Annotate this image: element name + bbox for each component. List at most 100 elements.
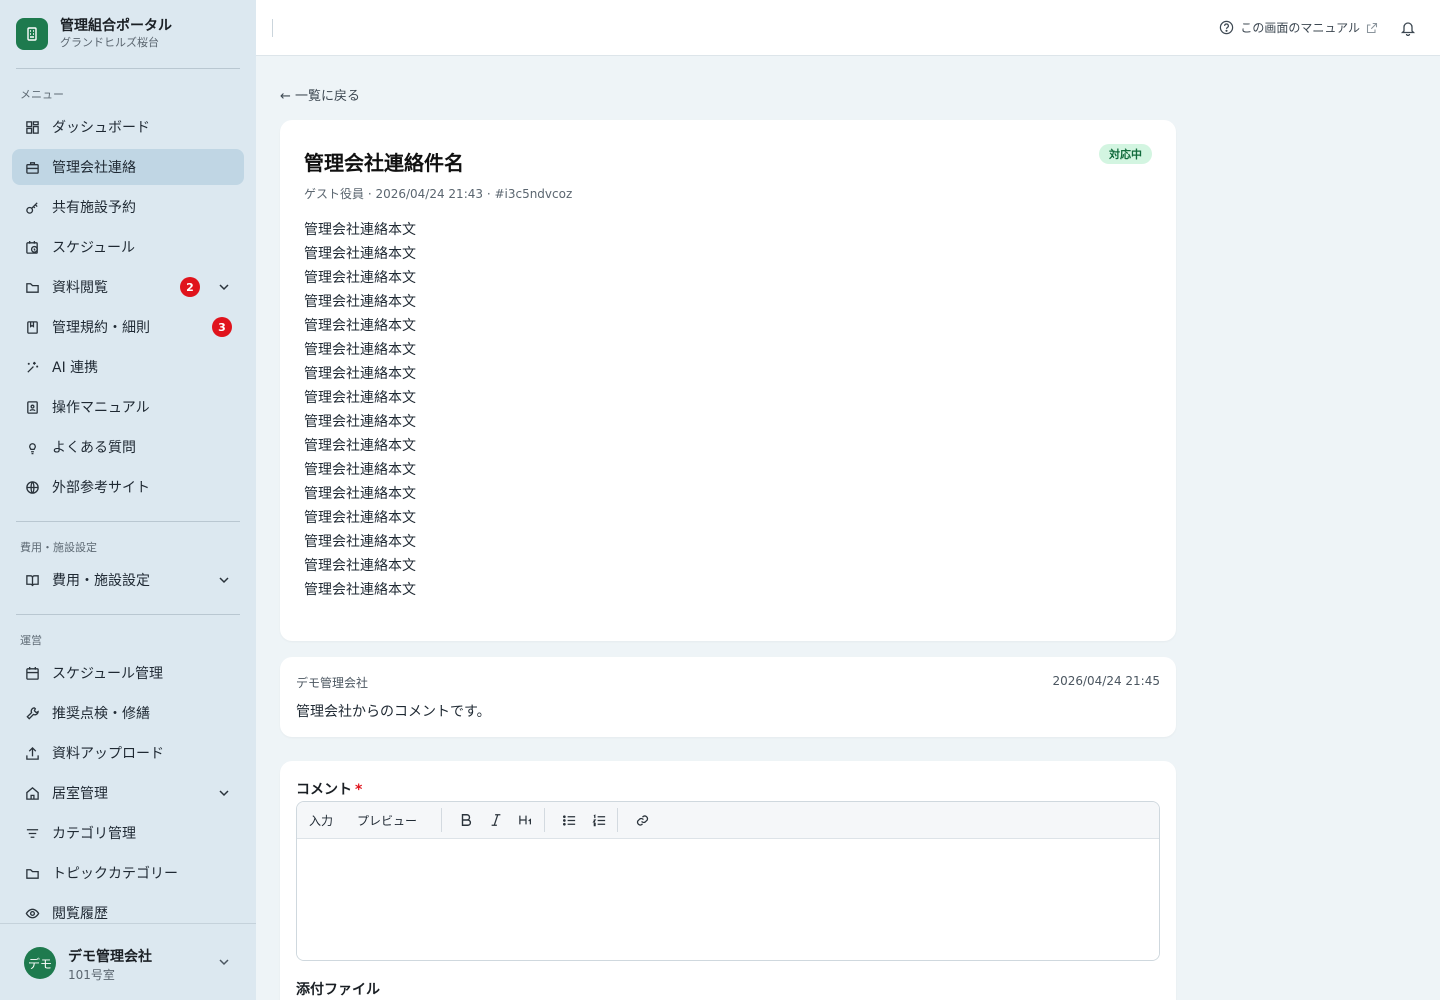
heading-button[interactable] bbox=[514, 808, 538, 832]
section-label-cost: 費用・施設設定 bbox=[20, 541, 97, 554]
sidebar-item-label: AI 連携 bbox=[52, 360, 99, 376]
globe-icon bbox=[24, 479, 40, 495]
bold-button[interactable] bbox=[454, 808, 478, 832]
sidebar-item-inspection[interactable]: 推奨点検・修繕 bbox=[12, 695, 244, 731]
attachment-label: 添付ファイル bbox=[296, 982, 380, 998]
message-body-line: 管理会社連絡本文 bbox=[304, 342, 416, 358]
manual-icon bbox=[24, 399, 40, 415]
user-menu[interactable]: デモ デモ管理会社 101号室 bbox=[0, 923, 256, 1000]
tab-preview[interactable]: プレビュー bbox=[357, 812, 417, 829]
sidebar-item-documents[interactable]: 資料閲覧 2 bbox=[12, 269, 244, 305]
sidebar-item-faq[interactable]: よくある質問 bbox=[12, 429, 244, 465]
comment-textarea[interactable] bbox=[297, 839, 1159, 960]
sidebar-item-label: 居室管理 bbox=[52, 786, 108, 802]
help-circle-icon bbox=[1220, 20, 1234, 35]
comment-time: 2026/04/24 21:45 bbox=[1052, 674, 1160, 688]
sidebar-item-rooms[interactable]: 居室管理 bbox=[12, 775, 244, 811]
comment-body: 管理会社からのコメントです。 bbox=[296, 704, 491, 720]
sidebar-item-label: 操作マニュアル bbox=[52, 400, 150, 416]
brand-subtitle: グランドヒルズ桜台 bbox=[60, 36, 159, 49]
sidebar-item-dashboard[interactable]: ダッシュボード bbox=[12, 109, 244, 145]
divider bbox=[16, 521, 240, 522]
message-body-line: 管理会社連絡本文 bbox=[304, 558, 416, 574]
comment-author: デモ管理会社 bbox=[296, 676, 369, 690]
link-button[interactable] bbox=[630, 808, 654, 832]
divider bbox=[16, 614, 240, 615]
sidebar-item-label: 資料閲覧 bbox=[52, 280, 108, 296]
sidebar-item-label: 費用・施設設定 bbox=[52, 573, 150, 589]
sidebar-item-label: ダッシュボード bbox=[52, 120, 150, 136]
brand[interactable]: 管理組合ポータル グランドヒルズ桜台 bbox=[16, 17, 172, 50]
chevron-down-icon[interactable] bbox=[216, 572, 232, 588]
sidebar-item-label: 管理規約・細則 bbox=[52, 320, 150, 336]
bullet-list-icon bbox=[562, 814, 575, 826]
calendar-clock-icon bbox=[24, 239, 40, 255]
back-to-list-link[interactable]: ← 一覧に戻る bbox=[280, 85, 360, 104]
comment-card: デモ管理会社 2026/04/24 21:45 管理会社からのコメントです。 bbox=[280, 657, 1176, 737]
avatar: デモ bbox=[24, 947, 56, 979]
user-room: 101号室 bbox=[68, 968, 115, 982]
external-link-icon bbox=[1366, 22, 1378, 33]
message-body-line: 管理会社連絡本文 bbox=[304, 462, 416, 478]
wrench-icon bbox=[24, 705, 40, 721]
divider bbox=[544, 808, 546, 832]
sidebar-item-ai[interactable]: AI 連携 bbox=[12, 349, 244, 385]
screen-manual-link[interactable]: この画面のマニュアル bbox=[1219, 19, 1378, 36]
briefcase-icon bbox=[24, 159, 40, 175]
italic-icon bbox=[491, 814, 501, 826]
top-bar: この画面のマニュアル bbox=[256, 0, 1440, 56]
sidebar-item-label: 資料アップロード bbox=[52, 746, 164, 762]
notification-badge: 2 bbox=[180, 277, 200, 297]
sidebar-item-cost-settings[interactable]: 費用・施設設定 bbox=[12, 562, 244, 598]
bell-icon[interactable] bbox=[1400, 20, 1416, 36]
sidebar-item-label: スケジュール管理 bbox=[52, 666, 164, 682]
sidebar-item-label: 推奨点検・修繕 bbox=[52, 706, 150, 722]
sidebar-item-upload[interactable]: 資料アップロード bbox=[12, 735, 244, 771]
sidebar-item-categories[interactable]: カテゴリ管理 bbox=[12, 815, 244, 851]
status-badge: 対応中 bbox=[1099, 144, 1152, 164]
divider bbox=[16, 68, 240, 69]
sparkle-icon bbox=[24, 359, 40, 375]
folder-icon bbox=[24, 279, 40, 295]
bullet-list-button[interactable] bbox=[557, 808, 581, 832]
folder-icon bbox=[24, 865, 40, 881]
sidebar-item-external-sites[interactable]: 外部参考サイト bbox=[12, 469, 244, 505]
sidebar-item-bylaws[interactable]: 管理規約・細則 3 bbox=[12, 309, 244, 345]
chevron-down-icon[interactable] bbox=[216, 785, 232, 801]
eye-icon bbox=[24, 905, 40, 921]
comment-field-label: コメント * bbox=[296, 779, 362, 799]
section-label-operations: 運営 bbox=[20, 634, 42, 647]
divider bbox=[441, 808, 443, 832]
sidebar-item-management-contact[interactable]: 管理会社連絡 bbox=[12, 149, 244, 185]
sidebar-item-facility-booking[interactable]: 共有施設予約 bbox=[12, 189, 244, 225]
message-body-line: 管理会社連絡本文 bbox=[304, 318, 416, 334]
sidebar-item-label: 閲覧履歴 bbox=[52, 906, 108, 922]
filter-icon bbox=[24, 825, 40, 841]
lightbulb-icon bbox=[24, 439, 40, 455]
bold-icon bbox=[461, 814, 472, 826]
sidebar-item-schedule-management[interactable]: スケジュール管理 bbox=[12, 655, 244, 691]
numbered-list-button[interactable] bbox=[587, 808, 611, 832]
italic-button[interactable] bbox=[484, 808, 508, 832]
sidebar-item-topic-categories[interactable]: トピックカテゴリー bbox=[12, 855, 244, 891]
tab-input[interactable]: 入力 bbox=[309, 812, 333, 829]
sidebar-item-label: スケジュール bbox=[52, 240, 136, 256]
message-detail-card: 管理会社連絡件名 対応中 ゲスト役員 · 2026/04/24 21:43 · … bbox=[280, 120, 1176, 641]
dashboard-icon bbox=[24, 119, 40, 135]
key-icon bbox=[24, 199, 40, 215]
screen-manual-label: この画面のマニュアル bbox=[1240, 21, 1360, 35]
chevron-down-icon[interactable] bbox=[216, 954, 232, 970]
divider bbox=[272, 19, 273, 37]
sidebar-item-manual[interactable]: 操作マニュアル bbox=[12, 389, 244, 425]
sidebar-item-label: 外部参考サイト bbox=[52, 480, 150, 496]
building-icon bbox=[16, 17, 48, 50]
chevron-down-icon[interactable] bbox=[216, 279, 232, 295]
comment-form-card: コメント * 入力 プレビュー 添付ファイル bbox=[280, 761, 1176, 1000]
sidebar-item-label: よくある質問 bbox=[52, 440, 136, 456]
message-body-line: 管理会社連絡本文 bbox=[304, 510, 416, 526]
sidebar-item-schedule[interactable]: スケジュール bbox=[12, 229, 244, 265]
notification-badge: 3 bbox=[212, 317, 232, 337]
message-body-line: 管理会社連絡本文 bbox=[304, 390, 416, 406]
message-body-line: 管理会社連絡本文 bbox=[304, 222, 416, 238]
book-icon bbox=[24, 319, 40, 335]
